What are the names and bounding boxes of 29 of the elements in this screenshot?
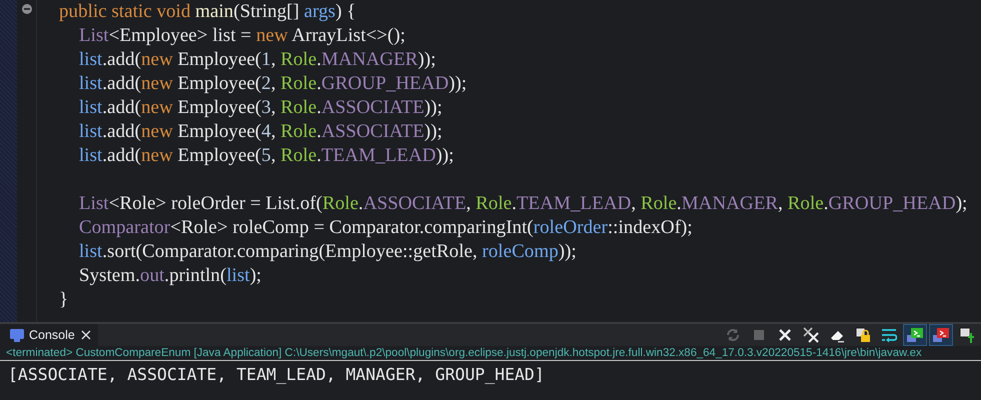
code-line: public static void main(String[] args) {: [59, 0, 357, 24]
console-output: [ASSOCIATE, ASSOCIATE, TEAM_LEAD, MANAGER, GROUP_HEAD]: [7, 364, 546, 385]
console-error-icon: [933, 327, 949, 343]
console-output-icon: [907, 327, 923, 343]
code-line: Comparator<Role> roleComp = Comparator.comparingInt(roleOrder::indexOf);: [78, 216, 694, 240]
stop-icon: [751, 327, 767, 343]
code-line: List<Employee> list = new ArrayList<>();: [78, 24, 406, 48]
code-line: }: [59, 288, 70, 312]
wrap-icon: [881, 327, 897, 343]
double-x-icon: [803, 327, 819, 343]
code-line: list.add(new Employee(4, Role.ASSOCIATE));: [78, 120, 444, 144]
monitor-icon: [10, 328, 24, 342]
code-line: list.add(new Employee(2, Role.GROUP_HEAD));: [78, 72, 468, 96]
code-line: list.sort(Comparator.comparing(Employee::getRole, roleComp));: [78, 240, 578, 264]
code-line: list.add(new Employee(3, Role.ASSOCIATE));: [78, 96, 444, 120]
code-line: List<Role> roleOrder = List.of(Role.ASSOCIATE, Role.TEAM_LEAD, Role.MANAGER, Role.GROUP_HEAD);: [78, 192, 968, 216]
close-icon[interactable]: [80, 329, 92, 341]
toolbar-button[interactable]: [903, 324, 927, 346]
console-tab[interactable]: Console: [0, 324, 98, 346]
collapse-icon[interactable]: [22, 4, 32, 14]
code-line: System.out.println(list);: [78, 264, 262, 288]
code-line: list.add(new Employee(1, Role.MANAGER));: [78, 48, 437, 72]
code-line: list.add(new Employee(5, Role.TEAM_LEAD));: [78, 144, 455, 168]
lock-icon: [855, 327, 871, 343]
pin-icon: [959, 327, 975, 343]
toolbar-button[interactable]: [929, 324, 953, 346]
close-icon: [777, 327, 793, 343]
process-status: <terminated> CustomCompareEnum [Java Application] C:\Users\mgaut\.p2\pool\plugins\org.eclipse.justj.openjdk.hotspot.jre.full.win32.x86_64_17.0.3.v20220515-1416\jre\bin\javaw.ex: [0, 346, 981, 361]
refresh-icon: [725, 327, 741, 343]
